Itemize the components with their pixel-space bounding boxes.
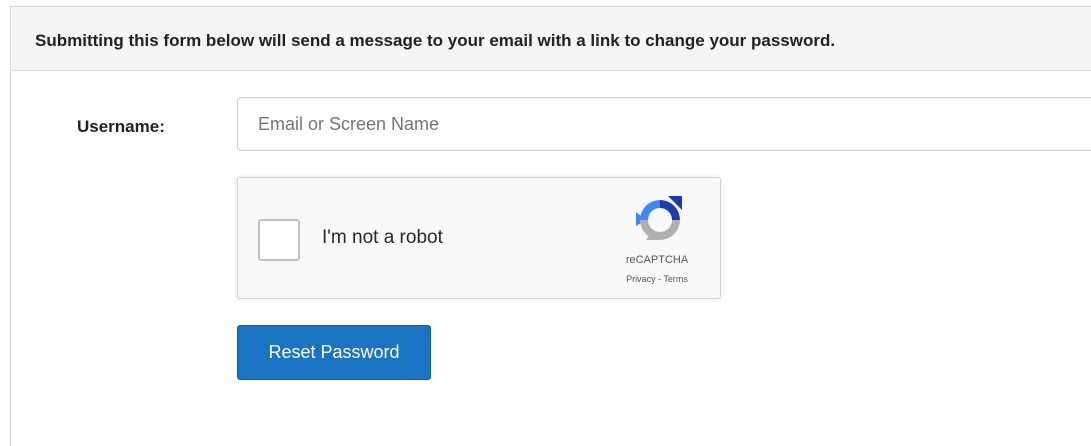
instruction-text: Submitting this form below will send a m… — [35, 31, 836, 50]
recaptcha-logo-icon — [636, 196, 682, 240]
username-input[interactable] — [237, 97, 1091, 151]
reset-password-button[interactable]: Reset Password — [237, 325, 431, 380]
recaptcha-checkbox[interactable] — [258, 219, 300, 261]
recaptcha-label: I'm not a robot — [322, 227, 443, 248]
recaptcha-brand-text: reCAPTCHA — [625, 254, 689, 266]
terms-link[interactable]: Terms — [663, 274, 688, 284]
recaptcha-widget: I'm not a robot reCAPTCHA Privacy - Term… — [237, 177, 721, 299]
reset-password-panel: Submitting this form below will send a m… — [10, 6, 1091, 446]
privacy-link[interactable]: Privacy — [626, 274, 656, 284]
panel-header: Submitting this form below will send a m… — [11, 7, 1091, 71]
username-label: Username: — [77, 117, 165, 136]
recaptcha-links: Privacy - Terms — [602, 274, 712, 284]
